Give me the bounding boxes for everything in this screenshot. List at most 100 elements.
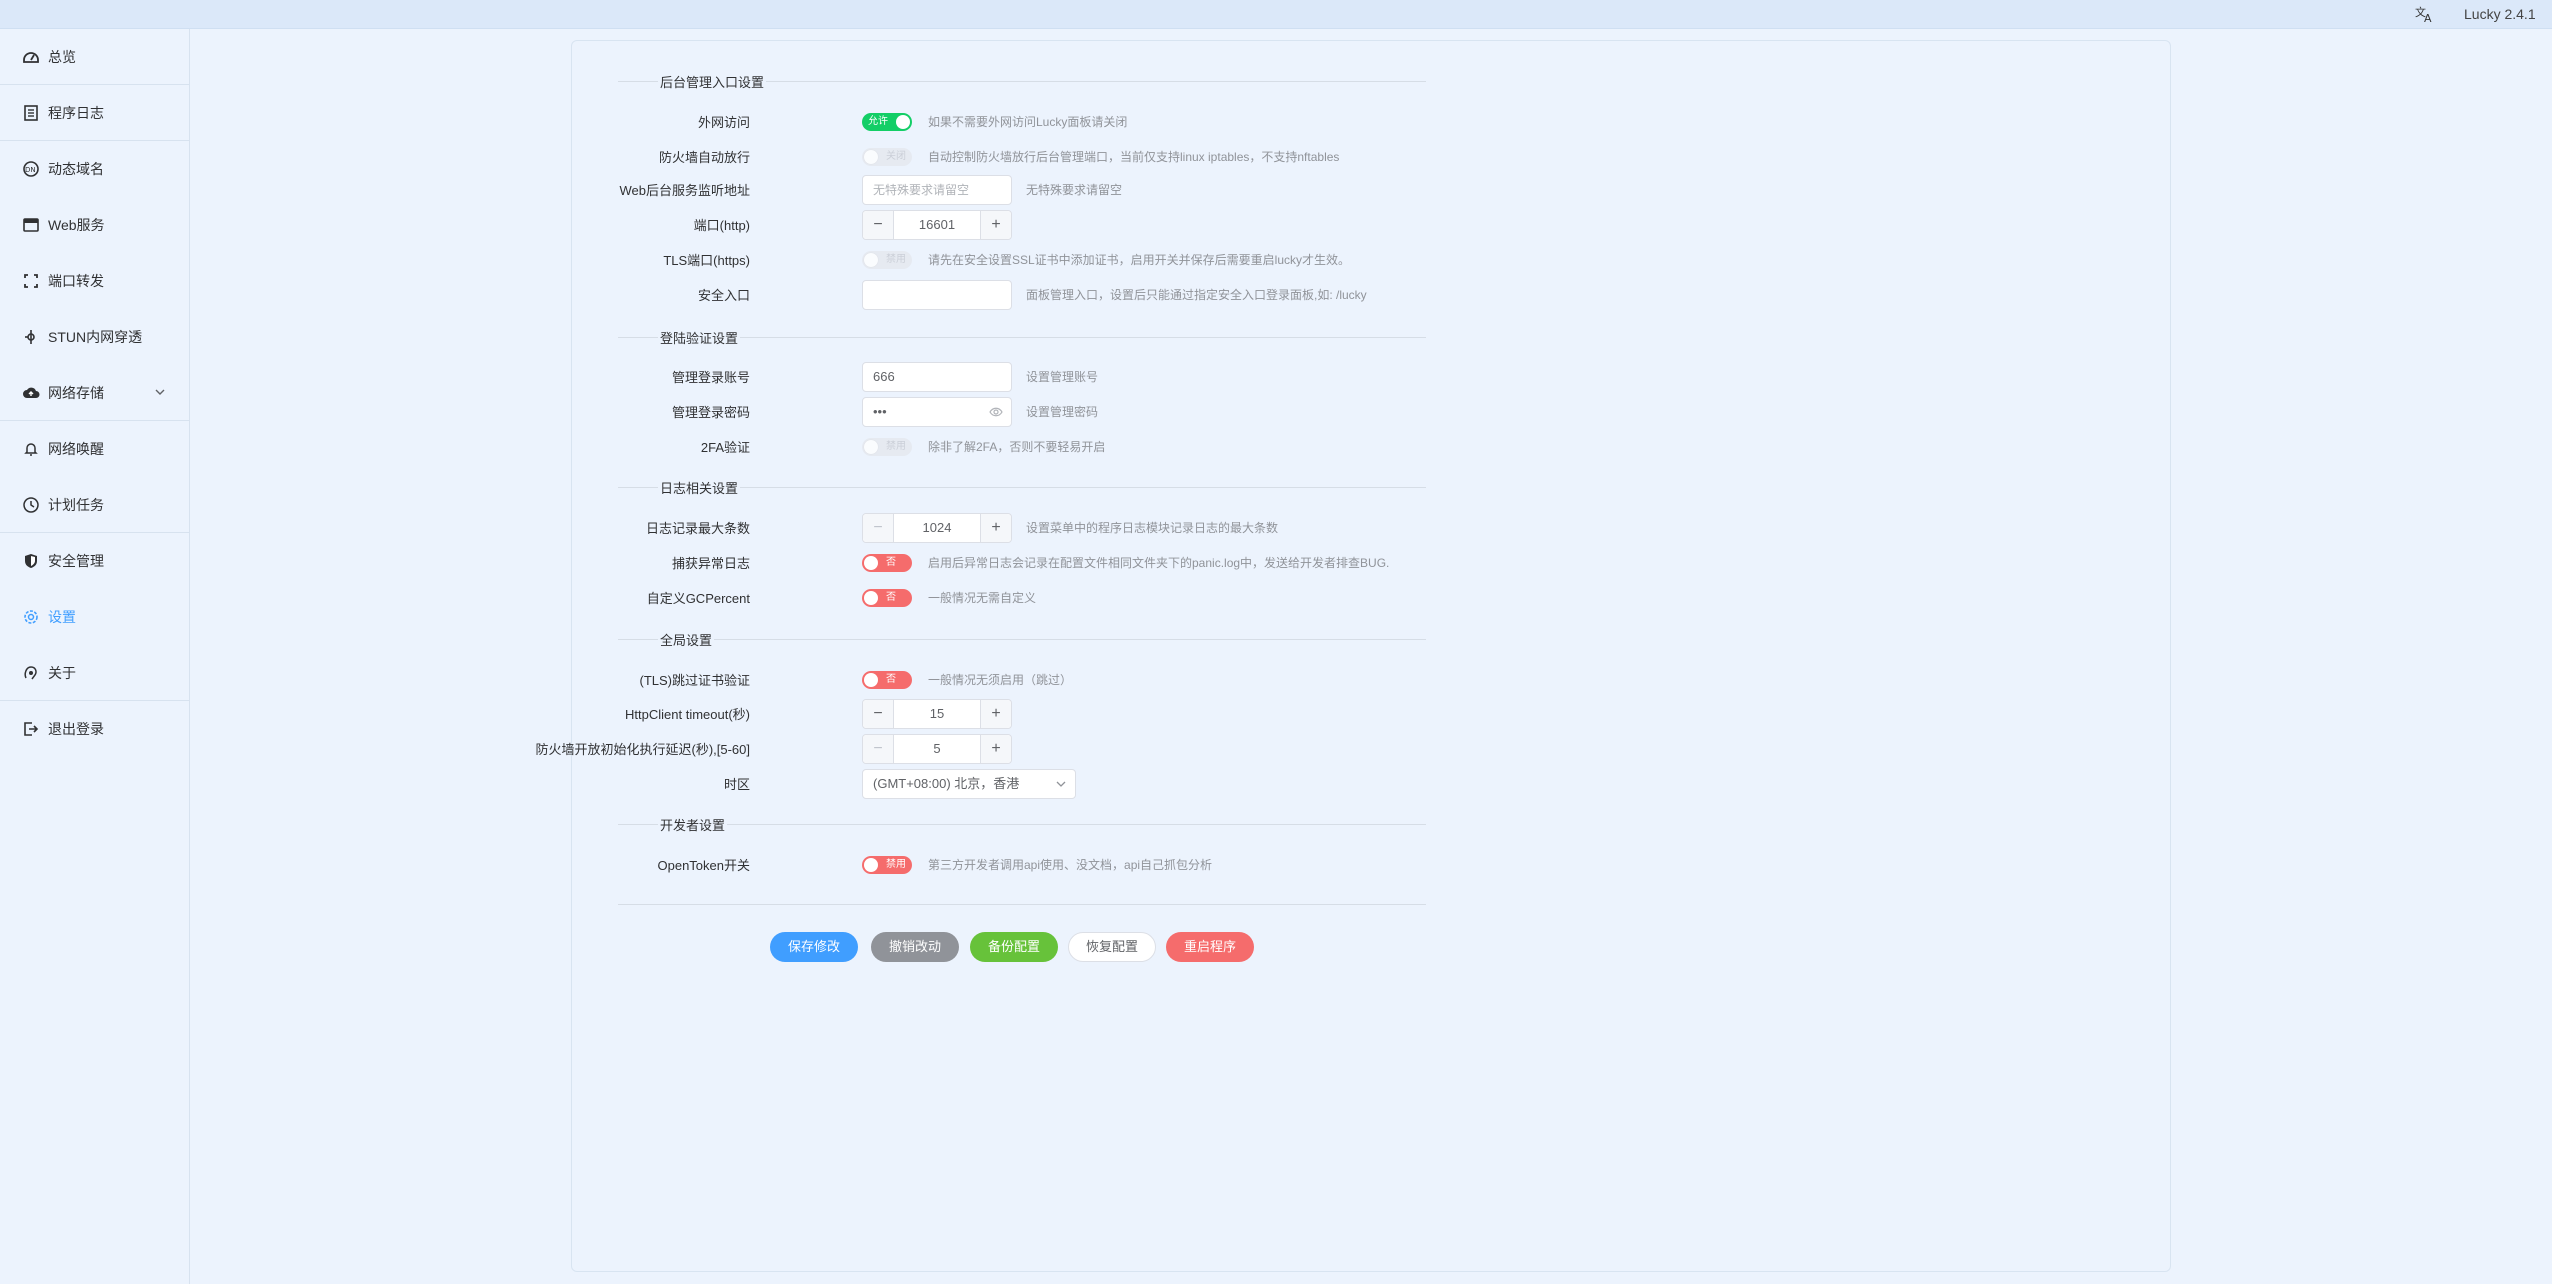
clock-icon (23, 496, 39, 513)
fw-delay-input[interactable]: 5 (894, 735, 980, 763)
http-timeout-stepper: − 15 + (862, 699, 1012, 729)
field-tip: 自动控制防火墙放行后台管理端口，当前仅支持linux iptables，不支持n… (928, 150, 1340, 164)
field-label: TLS端口(https) (663, 253, 750, 268)
decrement-button[interactable]: − (863, 700, 894, 728)
sidebar-item-label: 计划任务 (48, 496, 104, 513)
sidebar-item-label: Web服务 (48, 217, 105, 233)
sidebar-item-settings[interactable]: 设置 (0, 589, 189, 645)
section-admin-title: 后台管理入口设置 (618, 70, 1426, 92)
increment-button[interactable]: + (980, 514, 1011, 542)
gc-percent-switch[interactable]: 否 (862, 589, 912, 607)
sidebar-item-logs[interactable]: 程序日志 (0, 85, 189, 141)
timezone-select[interactable]: (GMT+08:00) 北京，香港 (862, 769, 1076, 799)
cloud-icon (23, 387, 40, 398)
field-label: 管理登录账号 (671, 370, 750, 385)
field-tip: 面板管理入口，设置后只能通过指定安全入口登录面板,如: /lucky (1026, 288, 1367, 302)
field-tip: 无特殊要求请留空 (1026, 183, 1123, 197)
sidebar-item-label: STUN内网穿透 (48, 329, 143, 345)
panic-log-switch[interactable]: 否 (862, 554, 912, 572)
row-wan-access: 外网访问 允许 如果不需要外网访问Lucky面板请关闭 (600, 107, 1500, 135)
row-2fa: 2FA验证 禁用 除非了解2FA，否则不要轻易开启 (600, 432, 1500, 460)
gear-icon (24, 610, 38, 624)
sidebar-item-label: 退出登录 (48, 721, 104, 737)
sidebar-item-stun[interactable]: STUN内网穿透 (0, 309, 189, 365)
sidebar-item-storage[interactable]: 网络存储 (0, 365, 189, 421)
row-open-token: OpenToken开关 禁用 第三方开发者调用api使用、没文档，api自己抓包… (600, 850, 1500, 878)
increment-button[interactable]: + (980, 735, 1011, 763)
sidebar-item-about[interactable]: 关于 (0, 645, 189, 701)
field-label: 安全入口 (697, 288, 750, 303)
open-token-switch[interactable]: 禁用 (862, 856, 912, 874)
row-fw-delay: 防火墙开放初始化执行延迟(秒),[5-60] − 5 + (535, 734, 1500, 764)
increment-button[interactable]: + (980, 700, 1011, 728)
sidebar-item-label: 程序日志 (48, 104, 104, 121)
divider (618, 904, 1426, 905)
timezone-value: (GMT+08:00) 北京，香港 (873, 776, 1020, 791)
dashboard-icon (23, 51, 39, 63)
field-tip: 一般情况无须启用（跳过） (928, 673, 1073, 687)
sidebar-item-logout[interactable]: 退出登录 (0, 701, 189, 757)
tls-port-switch[interactable]: 禁用 (862, 251, 912, 269)
decrement-button[interactable]: − (863, 211, 894, 239)
sidebar-item-overview[interactable]: 总览 (0, 29, 189, 85)
log-icon (24, 104, 38, 121)
fw-delay-stepper: − 5 + (862, 734, 1012, 764)
sidebar-item-port-forward[interactable]: 端口转发 (0, 253, 189, 309)
row-log-max: 日志记录最大条数 − 1024 + 设置菜单中的程序日志模块记录日志的最大条数 (600, 513, 1500, 543)
sidebar-item-label: 网络存储 (48, 384, 104, 401)
sidebar-item-tasks[interactable]: 计划任务 (0, 477, 189, 533)
sidebar-item-security[interactable]: 安全管理 (0, 533, 189, 589)
field-label: HttpClient timeout(秒) (625, 707, 750, 722)
sidebar-item-label: 网络唤醒 (48, 441, 104, 457)
field-label: Web后台服务监听地址 (619, 183, 751, 198)
bell-icon (24, 443, 38, 456)
admin-pass-input[interactable]: ••• (862, 397, 1012, 427)
field-tip: 除非了解2FA，否则不要轻易开启 (928, 440, 1106, 454)
save-button[interactable]: 保存修改 (770, 932, 858, 962)
sidebar-item-wol[interactable]: 网络唤醒 (0, 421, 189, 477)
log-max-input[interactable]: 1024 (894, 514, 980, 542)
increment-button[interactable]: + (980, 211, 1011, 239)
safe-entry-input[interactable] (862, 280, 1012, 310)
sidebar-item-label: 总览 (48, 48, 76, 65)
sidebar-item-ddns[interactable]: DN 动态域名 (0, 141, 189, 197)
firewall-auto-switch[interactable]: 关闭 (862, 148, 912, 166)
restart-button[interactable]: 重启程序 (1166, 932, 1254, 962)
sidebar-item-web[interactable]: Web服务 (0, 197, 189, 253)
web-icon (23, 218, 39, 232)
row-http-port: 端口(http) − 16601 + (600, 210, 1500, 240)
restore-button[interactable]: 恢复配置 (1068, 932, 1156, 962)
http-port-input[interactable]: 16601 (894, 211, 980, 239)
field-label: 日志记录最大条数 (645, 521, 750, 536)
admin-user-input[interactable]: 666 (862, 362, 1012, 392)
backup-button[interactable]: 备份配置 (970, 932, 1058, 962)
row-tls-port: TLS端口(https) 禁用 请先在安全设置SSL证书中添加证书，启用开关并保… (600, 245, 1500, 273)
sidebar-item-label: 关于 (48, 664, 76, 681)
translate-icon[interactable]: 文 A (2414, 4, 2436, 24)
row-admin-user: 管理登录账号 666 设置管理账号 (600, 362, 1500, 392)
undo-button[interactable]: 撤销改动 (871, 932, 959, 962)
field-label: 时区 (723, 777, 750, 792)
http-timeout-input[interactable]: 15 (894, 700, 980, 728)
section-dev-title: 开发者设置 (618, 813, 1426, 835)
tls-skip-switch[interactable]: 否 (862, 671, 912, 689)
field-tip: 一般情况无需自定义 (928, 591, 1037, 605)
sidebar-item-label: 动态域名 (48, 161, 104, 177)
field-label: 外网访问 (697, 115, 750, 130)
field-label: 捕获异常日志 (671, 556, 750, 571)
field-label: 自定义GCPercent (646, 591, 750, 606)
stun-icon (25, 330, 35, 344)
decrement-button[interactable]: − (863, 514, 894, 542)
field-tip: 设置菜单中的程序日志模块记录日志的最大条数 (1026, 521, 1279, 535)
eye-icon[interactable] (989, 406, 1003, 418)
row-panic-log: 捕获异常日志 否 启用后异常日志会记录在配置文件相同文件夹下的panic.log… (600, 548, 1500, 576)
password-value: ••• (873, 404, 887, 419)
field-tip: 设置管理密码 (1026, 405, 1099, 419)
decrement-button[interactable]: − (863, 735, 894, 763)
web-listen-input[interactable]: 无特殊要求请留空 (862, 175, 1012, 205)
logout-icon (24, 722, 39, 736)
field-tip: 设置管理账号 (1026, 370, 1099, 384)
wan-access-switch[interactable]: 允许 (862, 113, 912, 131)
twofa-switch[interactable]: 禁用 (862, 438, 912, 456)
ddns-icon: DN (23, 161, 39, 177)
